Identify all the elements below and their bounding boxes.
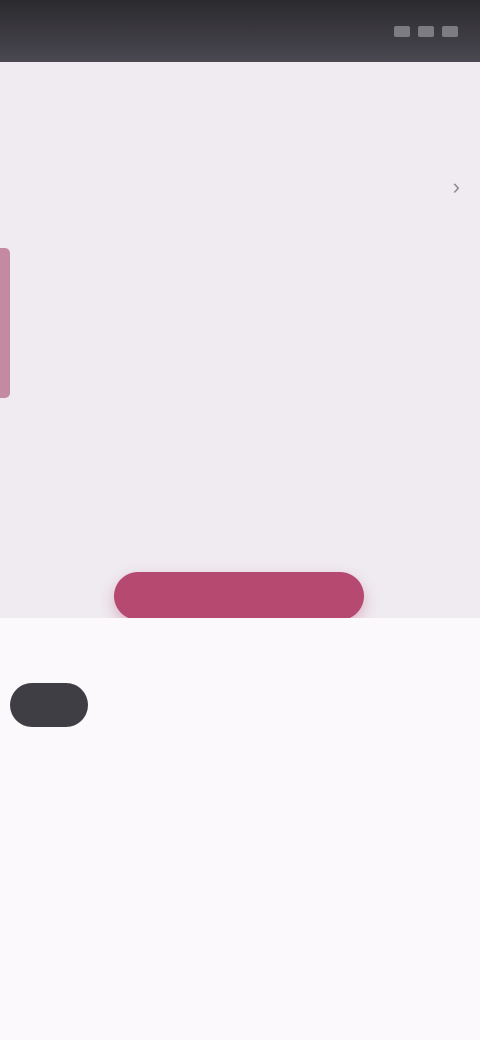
card-accent-bar: [0, 248, 10, 398]
picker-cell[interactable]: [240, 955, 320, 999]
wifi-icon: [418, 25, 434, 37]
app-bar: [0, 62, 480, 144]
picker-row: [0, 880, 480, 938]
picker-cell[interactable]: [320, 887, 400, 931]
picker-cell[interactable]: [0, 955, 80, 999]
picker-cell[interactable]: [160, 887, 240, 931]
picker-cell[interactable]: [400, 887, 480, 931]
weekday-label: [320, 636, 400, 662]
picker-cell[interactable]: [160, 751, 240, 795]
picker-cell[interactable]: [80, 751, 160, 795]
picker-cell[interactable]: [320, 955, 400, 999]
status-bar: [0, 0, 480, 62]
event-card[interactable]: [0, 240, 480, 400]
weekday-label: [0, 636, 80, 662]
weekday-label: [240, 636, 320, 662]
weekday-label: [160, 636, 240, 662]
picker-cell[interactable]: [160, 683, 240, 727]
picker-cell[interactable]: [240, 819, 320, 863]
picker-cell[interactable]: [400, 819, 480, 863]
picker-cell[interactable]: [240, 683, 320, 727]
weekday-label: [80, 636, 160, 662]
weekday-header: [0, 636, 480, 662]
picker-cell[interactable]: [240, 751, 320, 795]
picker-cell[interactable]: [80, 683, 160, 727]
picker-row: [0, 948, 480, 1006]
section-header[interactable]: ›: [0, 160, 480, 214]
picker-cell[interactable]: [0, 887, 80, 931]
primary-action-button[interactable]: [114, 572, 364, 620]
battery-icon: [442, 25, 458, 37]
picker-cell[interactable]: [400, 683, 480, 727]
picker-row: [0, 744, 480, 802]
picker-row: [0, 676, 480, 734]
chevron-right-icon: ›: [452, 174, 460, 199]
picker-cell[interactable]: [240, 887, 320, 931]
picker-cell[interactable]: [80, 955, 160, 999]
picker-cell[interactable]: [320, 819, 400, 863]
status-icons: [394, 25, 458, 37]
picker-cell[interactable]: [400, 751, 480, 795]
picker-cell[interactable]: [320, 751, 400, 795]
weekday-label: [400, 636, 480, 662]
picker-cell[interactable]: [160, 955, 240, 999]
picker-cell[interactable]: [0, 819, 80, 863]
picker-cell[interactable]: [80, 887, 160, 931]
picker-row: [0, 812, 480, 870]
picker-cell[interactable]: [320, 683, 400, 727]
signal-icon: [394, 25, 410, 37]
date-picker: [0, 618, 480, 1040]
picker-cell[interactable]: [400, 955, 480, 999]
picker-cell[interactable]: [160, 819, 240, 863]
picker-cell[interactable]: [80, 819, 160, 863]
picker-cell-selected[interactable]: [10, 683, 88, 727]
picker-cell[interactable]: [0, 751, 80, 795]
